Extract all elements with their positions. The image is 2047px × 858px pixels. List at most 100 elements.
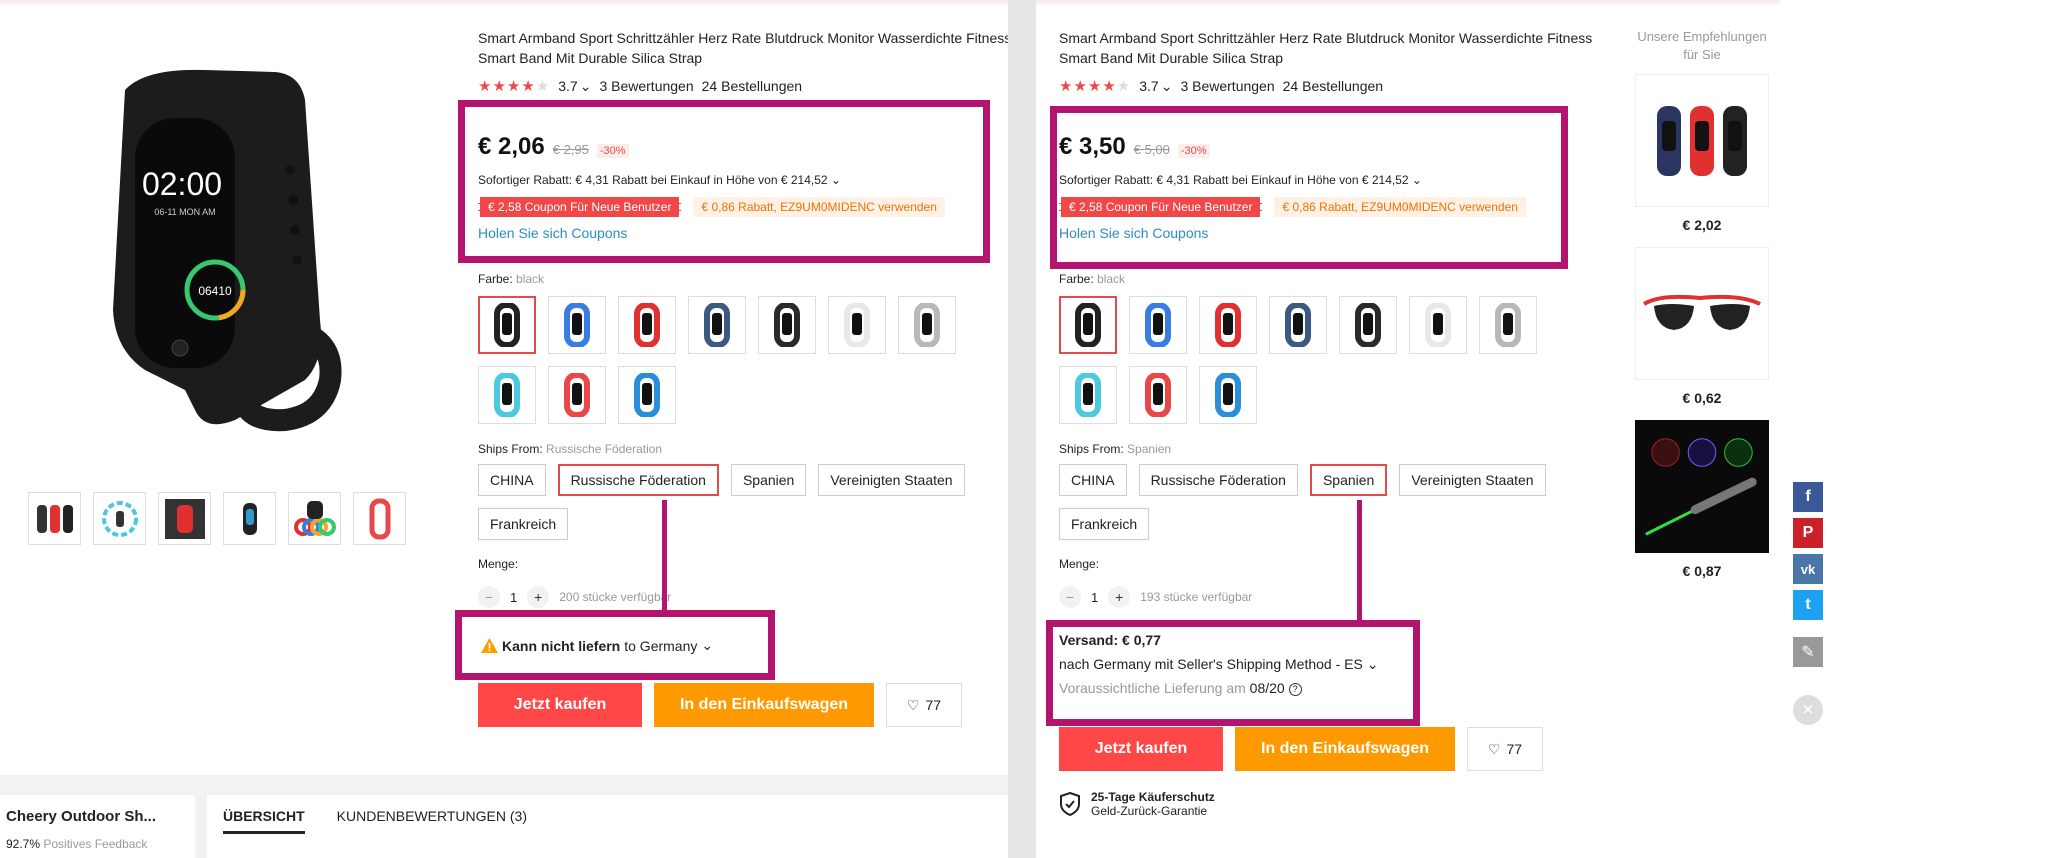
color-swatch[interactable] xyxy=(1199,366,1257,424)
highlight-box-price xyxy=(458,100,990,263)
color-swatch[interactable] xyxy=(1409,296,1467,354)
color-swatch[interactable] xyxy=(1479,296,1537,354)
store-card: Cheery Outdoor Sh... 92.7% Positives Fee… xyxy=(0,795,195,858)
rec-price-2: € 0,62 xyxy=(1682,390,1722,406)
color-swatch[interactable] xyxy=(618,296,676,354)
color-swatch[interactable] xyxy=(548,296,606,354)
rating-value[interactable]: 3.7 xyxy=(558,78,577,94)
quantity-stepper: − 1 + 200 stücke verfügbar xyxy=(478,586,671,608)
color-swatch[interactable] xyxy=(1059,366,1117,424)
fitness-bands-image xyxy=(1657,105,1747,176)
ship-option[interactable]: Russische Föderation xyxy=(1138,464,1298,496)
ships-from-label: Ships From: Spanien xyxy=(1059,442,1172,456)
color-swatch[interactable] xyxy=(1129,296,1187,354)
close-icon[interactable]: × xyxy=(1793,695,1823,725)
ship-option[interactable]: CHINA xyxy=(1059,464,1127,496)
shipping-cost: Versand: € 0,77 xyxy=(1059,632,1161,648)
rec-item-2[interactable] xyxy=(1635,247,1769,380)
ship-option[interactable]: Vereinigten Staaten xyxy=(1399,464,1546,496)
ship-option[interactable]: Russische Föderation xyxy=(557,464,719,496)
connector-line xyxy=(662,500,667,612)
color-swatch[interactable] xyxy=(1199,296,1257,354)
color-swatch[interactable] xyxy=(478,366,536,424)
shield-check-icon xyxy=(1060,792,1080,816)
color-swatch[interactable] xyxy=(828,296,886,354)
ship-option[interactable]: Frankreich xyxy=(478,508,569,540)
vk-icon[interactable]: vk xyxy=(1793,554,1823,584)
twitter-icon[interactable]: t xyxy=(1793,590,1823,620)
minus-button[interactable]: − xyxy=(1059,586,1081,608)
plus-button[interactable]: + xyxy=(527,586,550,608)
ship-option[interactable]: Vereinigten Staaten xyxy=(818,464,965,496)
review-count[interactable]: 3 Bewertungen xyxy=(1180,78,1274,94)
order-count: 24 Bestellungen xyxy=(701,78,803,94)
ship-option[interactable]: Frankreich xyxy=(1059,508,1150,540)
thumbnail-4[interactable] xyxy=(223,492,276,545)
color-swatch[interactable] xyxy=(478,296,536,354)
color-swatch[interactable] xyxy=(1129,366,1187,424)
buy-now-button[interactable]: Jetzt kaufen xyxy=(478,683,642,727)
plus-button[interactable]: + xyxy=(1108,586,1131,608)
wishlist-button[interactable]: ♡ 77 xyxy=(886,683,962,727)
color-swatch[interactable] xyxy=(688,296,746,354)
color-swatch[interactable] xyxy=(758,296,816,354)
color-swatch[interactable] xyxy=(1269,296,1327,354)
rating-row: ★★★★★ 3.7 ⌄ 3 Bewertungen 24 Bestellungen xyxy=(478,77,803,96)
color-swatches xyxy=(1059,296,1537,424)
thumbnail-3[interactable] xyxy=(158,492,211,545)
connector-line xyxy=(1357,500,1362,620)
shipping-method[interactable]: nach Germany mit Seller's Shipping Metho… xyxy=(1059,652,1378,676)
review-count[interactable]: 3 Bewertungen xyxy=(599,78,693,94)
pinterest-icon[interactable]: P xyxy=(1793,518,1823,548)
tab-overview[interactable]: ÜBERSICHT xyxy=(223,808,305,834)
quantity-value[interactable]: 1 xyxy=(510,590,517,605)
social-share-bar: f P vk t xyxy=(1793,482,1823,620)
help-icon[interactable]: ? xyxy=(1288,682,1302,696)
thumbnail-2[interactable] xyxy=(93,492,146,545)
rating-stars: ★★★★★ xyxy=(478,78,551,95)
color-swatch[interactable] xyxy=(618,366,676,424)
rating-stars: ★★★★★ xyxy=(1059,78,1132,95)
recommendations-title: Unsere Empfehlungen für Sie xyxy=(1637,29,1767,62)
action-buttons: Jetzt kaufen In den Einkaufswagen ♡ 77 xyxy=(478,683,962,727)
thumbnail-5[interactable] xyxy=(288,492,341,545)
thumbnail-1[interactable] xyxy=(28,492,81,545)
thumbnail-strip xyxy=(28,492,406,545)
shipping-info: Versand: € 0,77 nach Germany mit Seller'… xyxy=(1059,628,1378,700)
buy-now-button[interactable]: Jetzt kaufen xyxy=(1059,727,1223,771)
rating-row: ★★★★★ 3.7 ⌄ 3 Bewertungen 24 Bestellungen xyxy=(1059,77,1384,96)
facebook-icon[interactable]: f xyxy=(1793,482,1823,512)
highlight-box-price xyxy=(1050,106,1568,269)
thumbnail-6[interactable] xyxy=(353,492,406,545)
rec-item-3[interactable] xyxy=(1635,420,1769,553)
ship-option[interactable]: Spanien xyxy=(730,464,807,496)
rec-item-1[interactable] xyxy=(1635,74,1769,207)
cannot-deliver: Kann nicht liefern xyxy=(502,637,621,654)
store-name[interactable]: Cheery Outdoor Sh... xyxy=(6,808,189,825)
color-swatch[interactable] xyxy=(898,296,956,354)
quantity-value[interactable]: 1 xyxy=(1091,590,1098,605)
detail-tabs: ÜBERSICHT KUNDENBEWERTUNGEN (3) xyxy=(207,795,1008,858)
ship-option[interactable]: Spanien xyxy=(1309,464,1388,496)
rec-price-3: € 0,87 xyxy=(1682,563,1722,579)
color-swatch[interactable] xyxy=(1339,296,1397,354)
watch-steps: 06410 xyxy=(198,284,232,298)
add-to-cart-button[interactable]: In den Einkaufswagen xyxy=(1235,727,1455,771)
rating-value[interactable]: 3.7 xyxy=(1139,78,1158,94)
color-swatch[interactable] xyxy=(1059,296,1117,354)
quantity-available: 193 stücke verfügbar xyxy=(1140,590,1253,604)
quantity-label: Menge: xyxy=(1059,557,1100,571)
product-main-image[interactable]: 02:00 06-11 MON AM 06410 xyxy=(85,60,345,440)
wishlist-button[interactable]: ♡ 77 xyxy=(1467,727,1543,771)
minus-button[interactable]: − xyxy=(478,586,500,608)
ships-from-options: CHINA Russische Föderation Spanien Vereinig… xyxy=(478,464,998,540)
ship-option[interactable]: CHINA xyxy=(478,464,546,496)
ship-destination[interactable]: to Germany xyxy=(624,638,697,654)
color-swatch[interactable] xyxy=(548,366,606,424)
edit-icon[interactable]: ✎ xyxy=(1793,637,1823,667)
color-label: Farbe: black xyxy=(478,272,545,286)
tab-reviews[interactable]: KUNDENBEWERTUNGEN (3) xyxy=(337,808,527,845)
quantity-stepper: − 1 + 193 stücke verfügbar xyxy=(1059,586,1252,608)
add-to-cart-button[interactable]: In den Einkaufswagen xyxy=(654,683,874,727)
recommendations: Unsere Empfehlungen für Sie € 2,02 € 0,6… xyxy=(1632,0,1772,593)
